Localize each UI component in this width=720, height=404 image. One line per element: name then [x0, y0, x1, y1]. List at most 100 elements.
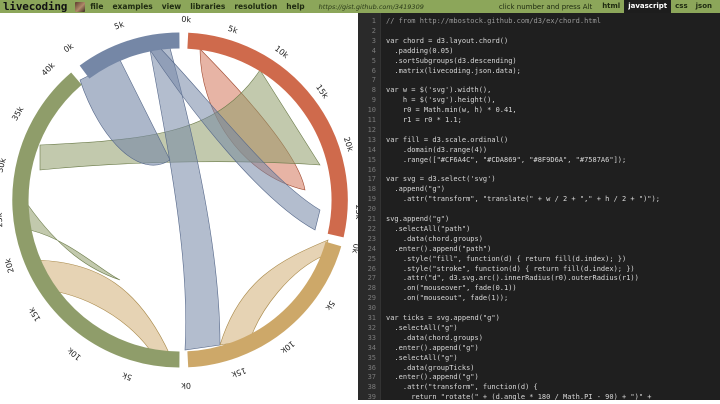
menu-resolution[interactable]: resolution	[234, 2, 277, 11]
code-text[interactable]: .attr("transform", function(d) {	[386, 383, 538, 393]
tick-label: 10k	[279, 339, 297, 355]
menu-help[interactable]: help	[286, 2, 304, 11]
code-text[interactable]: r0 = Math.min(w, h) * 0.41,	[386, 106, 517, 116]
tick-label: 15k	[27, 305, 43, 323]
code-text[interactable]: .style("stroke", function(d) { return fi…	[386, 265, 635, 275]
line-number: 26	[367, 264, 376, 273]
code-text[interactable]: var chord = d3.layout.chord()	[386, 37, 508, 47]
code-text[interactable]: .data(chord.groups)	[386, 235, 483, 245]
line-number: 33	[367, 333, 376, 342]
code-text[interactable]: .selectAll("g")	[386, 354, 457, 364]
tick-label: 15k	[230, 366, 247, 380]
line-number: 14	[367, 145, 376, 154]
tick-label: 30k	[0, 157, 8, 174]
code-text[interactable]: .attr("d", d3.svg.arc().innerRadius(r0).…	[386, 274, 639, 284]
main-menu: file examples view libraries resolution …	[90, 2, 304, 11]
edit-hint: click number and press Alt	[498, 2, 593, 11]
line-number: 35	[367, 353, 376, 362]
code-text[interactable]: var fill = d3.scale.ordinal()	[386, 136, 508, 146]
line-number: 2	[371, 26, 376, 35]
line-number: 32	[367, 323, 376, 332]
code-text[interactable]: .enter().append("g")	[386, 373, 478, 383]
line-number: 4	[371, 46, 376, 55]
chord-diagram: 0k 5k 10k 15k 20k 25k 0k 5k 10k 15k 0k 5…	[0, 15, 363, 391]
tab-html[interactable]: html	[598, 0, 624, 13]
code-text[interactable]: .enter().append("g")	[386, 344, 478, 354]
code-editor[interactable]: 1 // from http://mbostock.github.com/d3/e…	[358, 13, 720, 400]
tick-label: 35k	[10, 105, 25, 123]
code-text[interactable]: r1 = r0 * 1.1;	[386, 116, 462, 126]
editor-tabs: click number and press Alt html javascri…	[499, 0, 716, 13]
line-number: 38	[367, 383, 376, 392]
line-number: 17	[367, 175, 376, 184]
code-text[interactable]: .on("mouseout", fade(1));	[386, 294, 508, 304]
code-text[interactable]: .selectAll("g")	[386, 324, 457, 334]
line-number: 12	[367, 125, 376, 134]
line-number: 3	[371, 36, 376, 45]
line-number: 8	[371, 86, 376, 95]
line-number: 9	[371, 96, 376, 105]
code-text[interactable]: return "rotate(" + (d.angle * 180 / Math…	[386, 393, 651, 400]
tick-label: 20k	[342, 136, 355, 153]
menu-examples[interactable]: examples	[112, 2, 152, 11]
line-number: 15	[367, 155, 376, 164]
line-number: 27	[367, 274, 376, 283]
code-text[interactable]: var w = $('svg').width(),	[386, 86, 491, 96]
code-text[interactable]: .on("mouseover", fade(0.1))	[386, 284, 517, 294]
tick-label: 5k	[113, 20, 126, 32]
line-number: 6	[371, 66, 376, 75]
code-text[interactable]: .style("fill", function(d) { return fill…	[386, 255, 626, 265]
line-number: 20	[367, 205, 376, 214]
code-text[interactable]: .domain(d3.range(4))	[386, 146, 487, 156]
tick-label: 5k	[323, 299, 336, 312]
app-brand[interactable]: livecoding	[3, 0, 67, 13]
line-number: 21	[367, 215, 376, 223]
code-text[interactable]: // from http://mbostock.github.com/d3/ex…	[386, 17, 601, 27]
line-number: 24	[367, 244, 376, 253]
tick-label: 5k	[121, 370, 134, 382]
line-number: 13	[367, 135, 376, 144]
code-text[interactable]: h = $('svg').height(),	[386, 96, 496, 106]
tab-javascript[interactable]: javascript	[624, 0, 672, 13]
line-number: 7	[371, 76, 376, 85]
tick-label: 10k	[273, 44, 291, 60]
code-text[interactable]: svg.append("g")	[386, 215, 449, 225]
line-number: 1	[371, 17, 376, 25]
line-number: 31	[367, 314, 376, 322]
code-text[interactable]: var ticks = svg.append("g")	[386, 314, 500, 324]
line-number: 37	[367, 373, 376, 382]
user-avatar[interactable]	[75, 1, 86, 12]
menu-libraries[interactable]: libraries	[190, 2, 225, 11]
code-text[interactable]: .data(groupTicks)	[386, 364, 475, 374]
line-number: 34	[367, 343, 376, 352]
menu-view[interactable]: view	[162, 2, 181, 11]
top-menu-bar: livecoding file examples view libraries …	[0, 0, 720, 13]
tick-label: 0k	[350, 243, 358, 254]
line-number: 36	[367, 363, 376, 372]
code-text[interactable]: .enter().append("path")	[386, 245, 491, 255]
tick-label: 0k	[181, 15, 192, 25]
output-canvas[interactable]: 0k 5k 10k 15k 20k 25k 0k 5k 10k 15k 0k 5…	[0, 13, 363, 400]
code-text[interactable]: var svg = d3.select('svg')	[386, 175, 496, 185]
menu-file[interactable]: file	[90, 2, 103, 11]
tab-css[interactable]: css	[671, 0, 691, 13]
line-number: 30	[367, 304, 376, 313]
gist-link[interactable]: https://gist.github.com/3419309	[319, 3, 424, 11]
tick-label: 20k	[3, 257, 16, 274]
code-text[interactable]: .padding(0.05)	[386, 47, 453, 57]
code-text[interactable]: .append("g")	[386, 185, 445, 195]
tab-json[interactable]: json	[692, 0, 716, 13]
code-text[interactable]: .range(["#CF6A4C", "#CDA869", "#8F9D6A",…	[386, 156, 626, 166]
code-text[interactable]: .selectAll("path")	[386, 225, 470, 235]
line-number: 18	[367, 185, 376, 194]
tick-label: 0k	[62, 41, 75, 54]
tick-label: 5k	[227, 24, 239, 36]
code-text[interactable]: .data(chord.groups)	[386, 334, 483, 344]
code-text[interactable]: .matrix(livecoding.json.data);	[386, 67, 520, 77]
code-text[interactable]: .sortSubgroups(d3.descending)	[386, 57, 516, 67]
tick-label: 15k	[314, 83, 330, 101]
tick-label: 10k	[66, 345, 83, 362]
tick-label: 40k	[40, 61, 57, 78]
tick-label: 25k	[0, 212, 4, 227]
code-text[interactable]: .attr("transform", "translate(" + w / 2 …	[386, 195, 660, 205]
